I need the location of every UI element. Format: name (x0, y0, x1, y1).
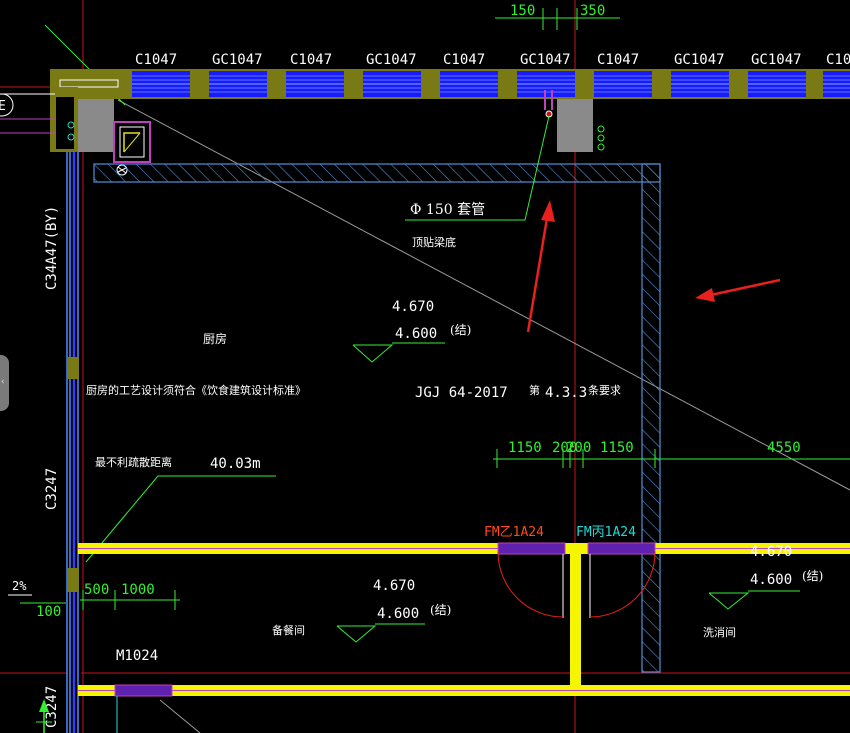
kitchen-design-note: 厨房的工艺设计须符合《饮食建筑设计标准》 (86, 383, 306, 397)
dim-4550: 4550 (767, 440, 801, 456)
low-dimension-chain: 500 1000 (80, 582, 180, 610)
svg-text:E: E (0, 99, 6, 114)
window-label: GC1047 (366, 52, 417, 68)
window-label: C1047 (597, 52, 639, 68)
top-dimension: 150 350 (495, 3, 620, 30)
mid-dimension-chain: 1150 200 200 1150 4550 (493, 440, 850, 468)
wall-label-lower: C3247 (44, 468, 60, 510)
dim-350: 350 (580, 3, 605, 19)
pipe-note-sub: 顶贴梁底 (412, 235, 456, 249)
red-arrow-left (695, 278, 781, 302)
dim-200-b: 200 (566, 440, 591, 456)
elev-top: 4.670 (750, 544, 792, 560)
diagonal-reference-line-2 (159, 699, 201, 733)
elev-top: 4.670 (392, 299, 434, 315)
elev-main: 4.600 (377, 606, 419, 622)
door-fm-red (497, 542, 566, 618)
window-label: GC1047 (212, 52, 263, 68)
clause-number: 4.3.3 (545, 385, 587, 401)
window-label: GC1047 (751, 52, 802, 68)
left-dim-100: 100 (36, 604, 61, 620)
door-label-cyan: FM丙1A24 (576, 525, 636, 540)
wall-label-upper: C34A47(BY) (44, 206, 60, 290)
pipe-note-text: Φ 150 套管 (410, 202, 485, 218)
window-label: C104 (826, 52, 850, 68)
evac-label: 最不利疏散距离 (95, 455, 172, 469)
door-label-red: FM乙1A24 (484, 525, 544, 540)
pipe-marker (597, 134, 605, 142)
sidebar-collapse-tab[interactable]: ‹ (0, 355, 9, 411)
column-grey-left (78, 99, 114, 152)
elev-suffix: (结) (430, 603, 451, 617)
pantry-elevation: 4.670 4.600 (结) (336, 578, 451, 643)
window-label: C1047 (290, 52, 332, 68)
column-grey-right (557, 99, 593, 152)
diagonal-reference-line (117, 99, 850, 491)
elev-main: 4.600 (750, 572, 792, 588)
cad-drawing-canvas[interactable]: 150 350 C1047 GC1047 C1047 GC1047 C1047 … (0, 0, 850, 733)
kitchen-room-name: 厨房 (203, 331, 227, 346)
dim-1150-left: 1150 (508, 440, 542, 456)
chevron-left-icon: ‹ (1, 377, 5, 387)
elev-suffix: (结) (802, 569, 823, 583)
washroom-room-name: 洗消间 (703, 625, 736, 639)
left-column-inner (56, 97, 74, 149)
axis-bubble-e: E (0, 93, 14, 117)
evac-value: 40.03m (210, 456, 261, 472)
window-label: C1047 (443, 52, 485, 68)
window-label: C1047 (135, 52, 177, 68)
dim-500: 500 (84, 582, 109, 598)
pantry-room-name: 备餐间 (272, 623, 305, 637)
kitchen-elevation: 4.670 4.600 (结) (352, 299, 471, 363)
pipe-marker (597, 125, 605, 133)
clause-suffix: 条要求 (588, 383, 621, 397)
dim-150: 150 (510, 3, 535, 19)
window-label: GC1047 (520, 52, 571, 68)
code-reference: JGJ 64-2017 (415, 385, 508, 401)
window-labels: C1047 GC1047 C1047 GC1047 C1047 GC1047 C… (135, 52, 850, 68)
left-wall (66, 152, 81, 733)
elev-suffix: (结) (450, 323, 471, 337)
window-label: GC1047 (674, 52, 725, 68)
clause-prefix: 第 (529, 383, 540, 397)
red-arrow-up (526, 200, 555, 333)
door-m1024 (114, 684, 173, 733)
dim-1000: 1000 (121, 582, 155, 598)
elev-main: 4.600 (395, 326, 437, 342)
window-band (50, 69, 850, 99)
pipe-marker (597, 143, 605, 151)
slope-mark: 2% (12, 579, 27, 593)
dim-1150-right: 1150 (600, 440, 634, 456)
elev-top: 4.670 (373, 578, 415, 594)
door-tag-m1024: M1024 (116, 648, 158, 664)
